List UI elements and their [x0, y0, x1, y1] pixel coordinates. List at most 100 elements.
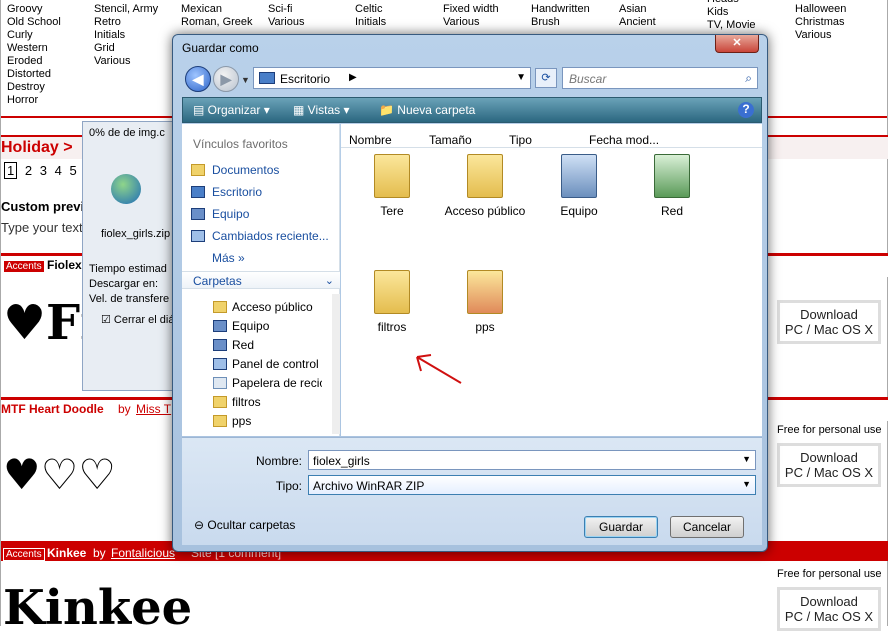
page-link[interactable]: 1 — [4, 162, 18, 179]
folders-header[interactable]: Carpetas ⌄ — [182, 271, 340, 289]
font-author[interactable]: Fontalicious — [111, 546, 175, 560]
category-link[interactable]: Brush — [531, 16, 590, 29]
download-button[interactable]: Download PC / Mac OS X — [777, 587, 881, 631]
organize-button[interactable]: ▤ Organizar ▾ — [193, 103, 270, 117]
page-link[interactable]: 4 — [55, 163, 62, 178]
help-icon[interactable]: ? — [738, 102, 754, 118]
category-link[interactable]: Curly — [7, 29, 61, 42]
save-button[interactable]: Guardar — [584, 516, 658, 538]
category-col-10: Halloween Christmas Various — [795, 3, 846, 42]
type-select[interactable]: Archivo WinRAR ZIP ▼ — [308, 475, 756, 495]
category-link[interactable]: Kids — [707, 6, 756, 19]
download-progress-dialog: 0% de de img.c fiolex_girls.zip Tiempo e… — [82, 121, 182, 391]
font-name[interactable]: Fiolex — [47, 258, 82, 272]
column-type[interactable]: Tipo — [509, 133, 532, 147]
category-link[interactable]: Retro — [94, 16, 158, 29]
column-name[interactable]: Nombre — [349, 133, 392, 147]
category-link[interactable]: Various — [94, 55, 158, 68]
category-link[interactable]: Various — [795, 29, 846, 42]
cancel-button[interactable]: Cancelar — [670, 516, 744, 538]
breadcrumb-arrow-icon[interactable]: ▶ — [349, 72, 357, 83]
category-link[interactable]: Stencil, Army — [94, 3, 158, 16]
column-size[interactable]: Tamaño — [429, 133, 472, 147]
custom-preview-input[interactable]: Type your text — [1, 220, 83, 235]
hide-folders-button[interactable]: ⊖ Ocultar carpetas — [194, 518, 295, 532]
refresh-button[interactable]: ⟳ — [535, 68, 557, 88]
file-item[interactable]: filtros — [347, 270, 437, 334]
tree-item[interactable]: Equipo — [232, 319, 322, 333]
tree-item[interactable]: Acceso público — [232, 300, 322, 314]
category-col-1: Groovy Old School Curly Western Eroded Distor… — [7, 3, 61, 107]
category-link[interactable]: Sci-fi — [268, 3, 304, 16]
tree-item[interactable]: Red — [232, 338, 322, 352]
recent-pages-dropdown[interactable]: ▼ — [241, 75, 250, 85]
category-link[interactable]: Destroy — [7, 81, 61, 94]
category-link[interactable]: Horror — [7, 94, 61, 107]
download-button[interactable]: Download PC / Mac OS X — [777, 300, 881, 344]
tree-item[interactable]: Panel de control — [232, 357, 322, 371]
category-link[interactable]: Initials — [94, 29, 158, 42]
category-link[interactable]: Old School — [7, 16, 61, 29]
category-link[interactable]: Asian — [619, 3, 656, 16]
category-link[interactable]: Roman, Greek — [181, 16, 253, 29]
tree-item[interactable]: Papelera de recic — [232, 376, 322, 390]
category-link[interactable]: Initials — [355, 16, 386, 29]
custom-preview-label: Custom previ — [1, 199, 85, 214]
page-link[interactable]: 5 — [69, 163, 76, 178]
close-on-complete-checkbox[interactable]: ☑ Cerrar el diál — [101, 313, 177, 326]
page-link[interactable]: 2 — [25, 163, 32, 178]
chevron-down-icon[interactable]: ⌄ — [325, 274, 334, 287]
new-folder-button[interactable]: 📁 Nueva carpeta — [379, 103, 475, 117]
file-item[interactable]: Tere — [347, 154, 437, 218]
category-link[interactable]: Distorted — [7, 68, 61, 81]
font-name[interactable]: Kinkee — [47, 546, 86, 560]
file-item[interactable]: Equipo — [534, 154, 624, 218]
type-label: Tipo: — [275, 479, 302, 493]
tree-item[interactable]: filtros — [232, 395, 322, 409]
category-link[interactable]: Halloween — [795, 3, 846, 16]
favorite-link[interactable]: Escritorio — [212, 185, 262, 199]
category-link[interactable]: Various — [268, 16, 304, 29]
search-icon[interactable]: ⌕ — [745, 71, 752, 86]
category-link[interactable]: Mexican — [181, 3, 253, 16]
close-button[interactable]: ✕ — [715, 35, 759, 53]
category-link[interactable]: TV, Movie — [707, 19, 756, 32]
category-link[interactable]: Eroded — [7, 55, 61, 68]
more-link[interactable]: Más » — [212, 251, 245, 265]
favorites-header: Vínculos favoritos — [193, 137, 288, 151]
font-name[interactable]: MTF Heart Doodle — [1, 402, 104, 416]
category-link[interactable]: Ancient — [619, 16, 656, 29]
font-preview-kinkee: Kinkee — [3, 580, 193, 636]
search-box[interactable]: Buscar ⌕ — [562, 67, 758, 89]
category-link[interactable]: Celtic — [355, 3, 386, 16]
back-button[interactable]: ◀ — [185, 66, 211, 92]
download-button[interactable]: Download PC / Mac OS X — [777, 443, 881, 487]
category-link[interactable]: Various — [443, 16, 499, 29]
views-button[interactable]: ▦ Vistas ▾ — [293, 103, 350, 117]
category-link[interactable]: Western — [7, 42, 61, 55]
favorite-link[interactable]: Equipo — [212, 207, 249, 221]
category-link[interactable]: Christmas — [795, 16, 846, 29]
column-date[interactable]: Fecha mod... — [589, 133, 659, 147]
category-link[interactable]: Handwritten — [531, 3, 590, 16]
category-link[interactable]: Fixed width — [443, 3, 499, 16]
file-item[interactable]: Acceso público — [440, 154, 530, 218]
address-dropdown-icon[interactable]: ▼ — [516, 72, 526, 83]
forward-button[interactable]: ▶ — [213, 66, 239, 92]
tree-scrollbar[interactable] — [332, 294, 340, 434]
favorite-link[interactable]: Cambiados reciente... — [212, 229, 329, 243]
folder-icon — [467, 154, 503, 198]
holiday-title[interactable]: Holiday > — [1, 139, 73, 157]
category-link[interactable]: Grid — [94, 42, 158, 55]
file-item[interactable]: Red — [627, 154, 717, 218]
filename-input[interactable]: fiolex_girls ▼ — [308, 450, 756, 470]
address-bar[interactable]: Escritorio ▶ ▼ — [253, 67, 531, 89]
font-author[interactable]: Miss T — [136, 402, 171, 416]
tree-item[interactable]: pps — [232, 414, 322, 428]
file-item[interactable]: pps — [440, 270, 530, 334]
page-link[interactable]: 3 — [40, 163, 47, 178]
search-input[interactable]: Buscar — [569, 72, 606, 86]
folder-icon — [374, 270, 410, 314]
category-link[interactable]: Groovy — [7, 3, 61, 16]
favorite-link[interactable]: Documentos — [212, 163, 279, 177]
